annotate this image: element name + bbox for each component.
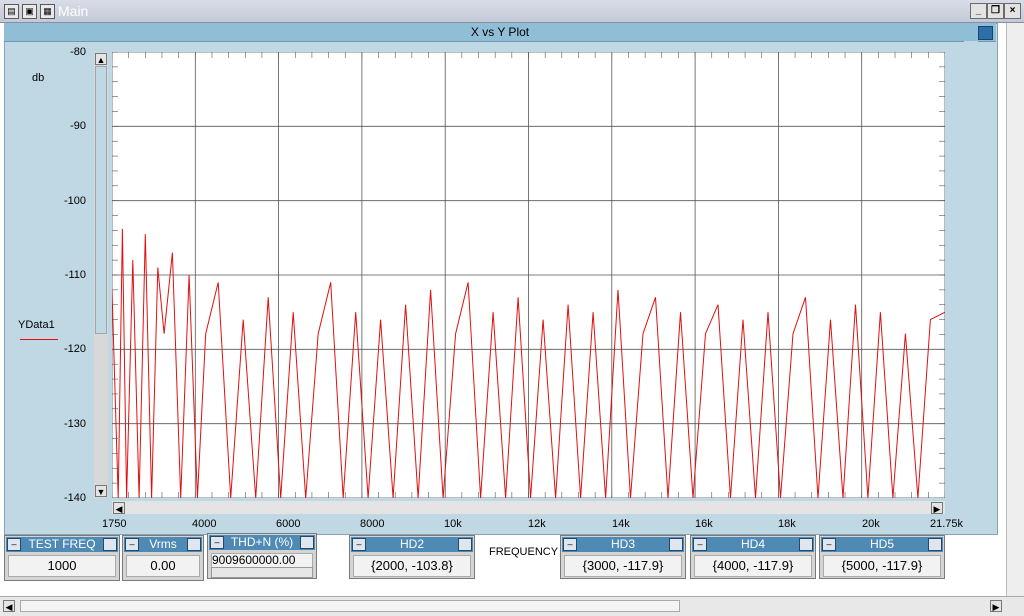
vrms-widget[interactable]: Vrms – 0.00 bbox=[122, 535, 204, 581]
legend-label: YData1 bbox=[18, 319, 55, 331]
hd4-value: {4000, -117.9} bbox=[694, 555, 812, 577]
hd5-value: {5000, -117.9} bbox=[823, 555, 941, 577]
y-tick-label: -80 bbox=[70, 46, 86, 58]
x-tick-label: 14k bbox=[612, 518, 630, 530]
plot-header: X vs Y Plot bbox=[4, 23, 996, 42]
hd3-header: HD3 bbox=[562, 537, 684, 552]
hd2-header: HD2 bbox=[351, 537, 473, 552]
workspace-scroll-left-arrow-icon[interactable]: ◀ bbox=[3, 600, 15, 612]
scroll-up-arrow-icon[interactable]: ▲ bbox=[95, 53, 107, 65]
x-tick-label: 1750 bbox=[102, 518, 127, 530]
hd5-minimize-button[interactable]: – bbox=[822, 538, 836, 551]
hd5-menu-button[interactable] bbox=[928, 538, 942, 551]
y-tick-label: -130 bbox=[63, 417, 86, 430]
workspace-scroll-right-arrow-icon[interactable]: ▶ bbox=[990, 600, 1002, 612]
x-axis-label: FREQUENCY bbox=[489, 546, 559, 558]
hd5-widget[interactable]: HD5 – {5000, -117.9} bbox=[819, 535, 945, 579]
y-tick-label: -90 bbox=[70, 120, 86, 133]
hd4-header: HD4 bbox=[692, 537, 814, 552]
y-tick-label: -100 bbox=[63, 194, 86, 207]
window-title: Main bbox=[58, 3, 89, 19]
hd4-minimize-button[interactable]: – bbox=[693, 538, 707, 551]
y-unit-label: db bbox=[32, 72, 45, 84]
x-tick-label: 8000 bbox=[360, 518, 385, 530]
workspace-scroll-thumb[interactable] bbox=[20, 600, 680, 612]
plot-vertical-scroll-thumb[interactable] bbox=[95, 66, 107, 334]
x-tick-label: 16k bbox=[695, 518, 713, 530]
x-tick-label: 12k bbox=[528, 518, 546, 530]
workspace-vertical-scrollbar[interactable] bbox=[1006, 23, 1024, 596]
window-titlebar: ▤ ▣ ▦ Main _ ❐ × bbox=[0, 0, 1024, 23]
y-tick-label: -120 bbox=[63, 343, 86, 356]
vrms-value: 0.00 bbox=[126, 555, 200, 577]
test-freq-widget[interactable]: TEST FREQ – 1000 bbox=[4, 535, 120, 581]
y-tick-label: -110 bbox=[64, 269, 86, 281]
legend-swatch bbox=[20, 339, 58, 340]
test-freq-menu-button[interactable] bbox=[103, 538, 117, 551]
hd2-menu-button[interactable] bbox=[458, 538, 472, 551]
y-tick-label: -140 bbox=[63, 492, 86, 504]
thd-n-scrollbar[interactable] bbox=[211, 567, 313, 578]
hd5-header: HD5 bbox=[821, 537, 943, 552]
test-freq-value[interactable]: 1000 bbox=[8, 555, 116, 577]
hd3-minimize-button[interactable]: – bbox=[563, 538, 577, 551]
x-tick-label: 6000 bbox=[276, 518, 301, 530]
x-tick-label: 4000 bbox=[192, 518, 217, 530]
test-freq-minimize-button[interactable]: – bbox=[7, 538, 21, 551]
plot-horizontal-scrollbar[interactable] bbox=[112, 501, 945, 514]
plot-panel-menu-button[interactable] bbox=[978, 26, 993, 40]
x-tick-label: 21.75k bbox=[930, 518, 964, 530]
plot-title: X vs Y Plot bbox=[470, 25, 530, 39]
x-tick-label: 20k bbox=[862, 518, 880, 530]
thd-n-value: 9009600000.00 bbox=[211, 553, 313, 568]
thd-n-widget[interactable]: THD+N (%) – 9009600000.00 bbox=[207, 533, 317, 579]
hd4-menu-button[interactable] bbox=[799, 538, 813, 551]
minimize-button[interactable]: _ bbox=[970, 3, 987, 19]
thd-n-minimize-button[interactable]: – bbox=[210, 536, 224, 549]
hd3-value: {3000, -117.9} bbox=[564, 555, 682, 577]
hd2-minimize-button[interactable]: – bbox=[352, 538, 366, 551]
workspace-horizontal-scrollbar[interactable]: ◀ ▶ bbox=[0, 596, 1024, 616]
scroll-right-arrow-icon[interactable]: ▶ bbox=[931, 502, 943, 514]
detail-view-icon[interactable]: ▦ bbox=[40, 4, 55, 19]
line-chart bbox=[112, 52, 945, 498]
thd-n-menu-button[interactable] bbox=[300, 536, 314, 549]
x-tick-label: 18k bbox=[778, 518, 796, 530]
hd2-widget[interactable]: HD2 – {2000, -103.8} bbox=[349, 535, 475, 579]
hd4-widget[interactable]: HD4 – {4000, -117.9} bbox=[690, 535, 816, 579]
scroll-left-arrow-icon[interactable]: ◀ bbox=[113, 502, 125, 514]
panel-view-icon[interactable]: ▣ bbox=[22, 4, 37, 19]
vrms-minimize-button[interactable]: – bbox=[125, 538, 139, 551]
scroll-down-arrow-icon[interactable]: ▼ bbox=[95, 485, 107, 497]
hd3-menu-button[interactable] bbox=[669, 538, 683, 551]
test-freq-header: TEST FREQ bbox=[6, 537, 118, 552]
restore-button[interactable]: ❐ bbox=[987, 3, 1004, 19]
x-tick-label: 10k bbox=[444, 518, 462, 530]
vrms-menu-button[interactable] bbox=[187, 538, 201, 551]
close-button[interactable]: × bbox=[1004, 3, 1021, 19]
hd3-widget[interactable]: HD3 – {3000, -117.9} bbox=[560, 535, 686, 579]
plot-panel-edge bbox=[964, 41, 978, 533]
system-menu-icon[interactable]: ▤ bbox=[4, 4, 19, 19]
hd2-value: {2000, -103.8} bbox=[353, 555, 471, 577]
